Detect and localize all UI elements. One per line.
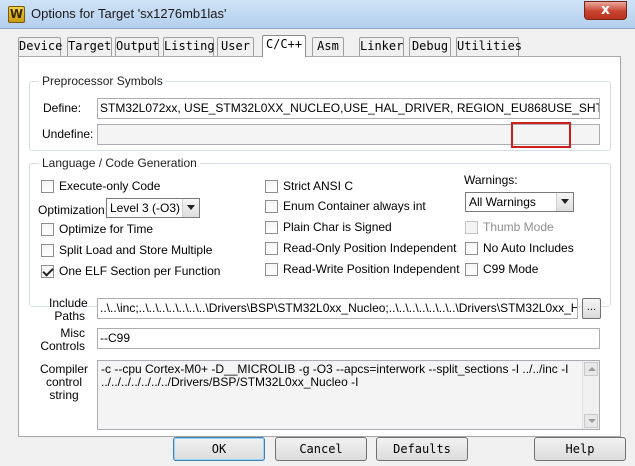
preprocessor-group-label: Preprocessor Symbols xyxy=(39,74,166,88)
undefine-input[interactable] xyxy=(97,124,600,145)
close-button[interactable]: x xyxy=(584,1,627,20)
language-group-label: Language / Code Generation xyxy=(39,156,200,170)
warnings-value: All Warnings xyxy=(469,195,536,209)
chevron-down-icon xyxy=(556,193,573,211)
strict-ansi-checkbox[interactable] xyxy=(265,180,278,193)
compiler-label-line3: string xyxy=(49,388,79,402)
tab-c-cpp[interactable]: C/C++ xyxy=(262,35,306,57)
cancel-button[interactable]: Cancel xyxy=(275,437,367,461)
optimize-time-checkbox[interactable] xyxy=(41,223,54,236)
include-paths-label: Include Paths xyxy=(49,297,88,323)
defaults-button[interactable]: Defaults xyxy=(376,437,468,461)
optimization-value: Level 3 (-O3) xyxy=(110,201,181,215)
c99-mode-checkbox[interactable] xyxy=(465,263,478,276)
thumb-mode-label: Thumb Mode xyxy=(483,220,554,234)
no-auto-includes-checkbox[interactable] xyxy=(465,242,478,255)
optimization-label: Optimization: xyxy=(38,203,109,217)
title-bar: W Options for Target 'sx1276mb1las' x xyxy=(0,0,635,29)
enum-container-label: Enum Container always int xyxy=(283,199,426,213)
misc-controls-input[interactable]: --C99 xyxy=(97,328,600,349)
plain-char-label: Plain Char is Signed xyxy=(283,220,392,234)
compiler-line-2: ../../../../../../../Drivers/BSP/STM32L0… xyxy=(101,376,359,389)
thumb-mode-checkbox[interactable] xyxy=(465,221,478,234)
define-value: STM32L072xx, USE_STM32L0XX_NUCLEO,USE_HA… xyxy=(100,101,548,115)
keil-uvision-icon: W xyxy=(8,6,25,23)
split-load-checkbox[interactable] xyxy=(41,244,54,257)
one-elf-label: One ELF Section per Function xyxy=(59,264,221,278)
tab-listing[interactable]: Listing xyxy=(163,37,215,56)
define-highlight-value: USE_SHT20 xyxy=(547,101,599,115)
compiler-control-label: Compiler control string xyxy=(39,363,89,402)
warnings-select[interactable]: All Warnings xyxy=(465,192,574,212)
ro-pi-checkbox[interactable] xyxy=(265,242,278,255)
ok-button[interactable]: OK xyxy=(173,437,265,461)
c-cpp-panel: Preprocessor Symbols Define: STM32L072xx… xyxy=(18,56,621,437)
ro-pi-label: Read-Only Position Independent xyxy=(283,241,457,255)
strict-ansi-label: Strict ANSI C xyxy=(283,179,354,193)
warnings-label: Warnings: xyxy=(464,173,518,187)
tab-linker[interactable]: Linker xyxy=(359,37,404,56)
compiler-control-textarea[interactable]: -c --cpu Cortex-M0+ -D__MICROLIB -g -O3 … xyxy=(97,360,600,430)
tab-target[interactable]: Target xyxy=(67,37,112,56)
undefine-label: Undefine: xyxy=(42,127,94,141)
no-auto-includes-label: No Auto Includes xyxy=(483,241,574,255)
split-load-label: Split Load and Store Multiple xyxy=(59,243,213,257)
misc-label-line2: Controls xyxy=(40,339,85,353)
tab-device[interactable]: Device xyxy=(18,37,62,56)
optimize-time-label: Optimize for Time xyxy=(59,222,154,236)
dialog-client: Device Target Output Listing User C/C++ … xyxy=(0,29,635,466)
include-paths-input[interactable]: ..\..\inc;..\..\..\..\..\..\..\Drivers\B… xyxy=(97,298,578,319)
tab-asm[interactable]: Asm xyxy=(312,37,344,56)
optimization-select[interactable]: Level 3 (-O3) xyxy=(106,198,200,218)
rw-pi-label: Read-Write Position Independent xyxy=(283,262,460,276)
define-label: Define: xyxy=(43,101,82,115)
c99-mode-label: C99 Mode xyxy=(483,262,539,276)
define-input[interactable]: STM32L072xx, USE_STM32L0XX_NUCLEO,USE_HA… xyxy=(97,98,600,119)
rw-pi-checkbox[interactable] xyxy=(265,263,278,276)
execute-only-label: Execute-only Code xyxy=(59,179,161,193)
window-title: Options for Target 'sx1276mb1las' xyxy=(31,6,227,21)
compiler-line-1: -c --cpu Cortex-M0+ -D__MICROLIB -g -O3 … xyxy=(101,363,569,376)
execute-only-checkbox[interactable] xyxy=(41,180,54,193)
plain-char-checkbox[interactable] xyxy=(265,221,278,234)
scroll-down-arrow-icon[interactable] xyxy=(584,414,598,428)
help-button[interactable]: Help xyxy=(534,437,626,461)
tab-output[interactable]: Output xyxy=(115,37,159,56)
scroll-up-arrow-icon[interactable] xyxy=(584,362,598,376)
compiler-scrollbar[interactable] xyxy=(582,361,599,429)
tab-user[interactable]: User xyxy=(217,37,254,56)
one-elf-checkbox[interactable] xyxy=(41,265,54,278)
misc-controls-label: Misc Controls xyxy=(39,327,85,353)
tab-utilities[interactable]: Utilities xyxy=(456,37,522,56)
enum-container-checkbox[interactable] xyxy=(265,200,278,213)
tab-debug[interactable]: Debug xyxy=(409,37,451,56)
chevron-down-icon xyxy=(182,199,199,217)
include-paths-browse-button[interactable]: ... xyxy=(582,298,601,319)
include-label-line2: Paths xyxy=(54,309,85,323)
